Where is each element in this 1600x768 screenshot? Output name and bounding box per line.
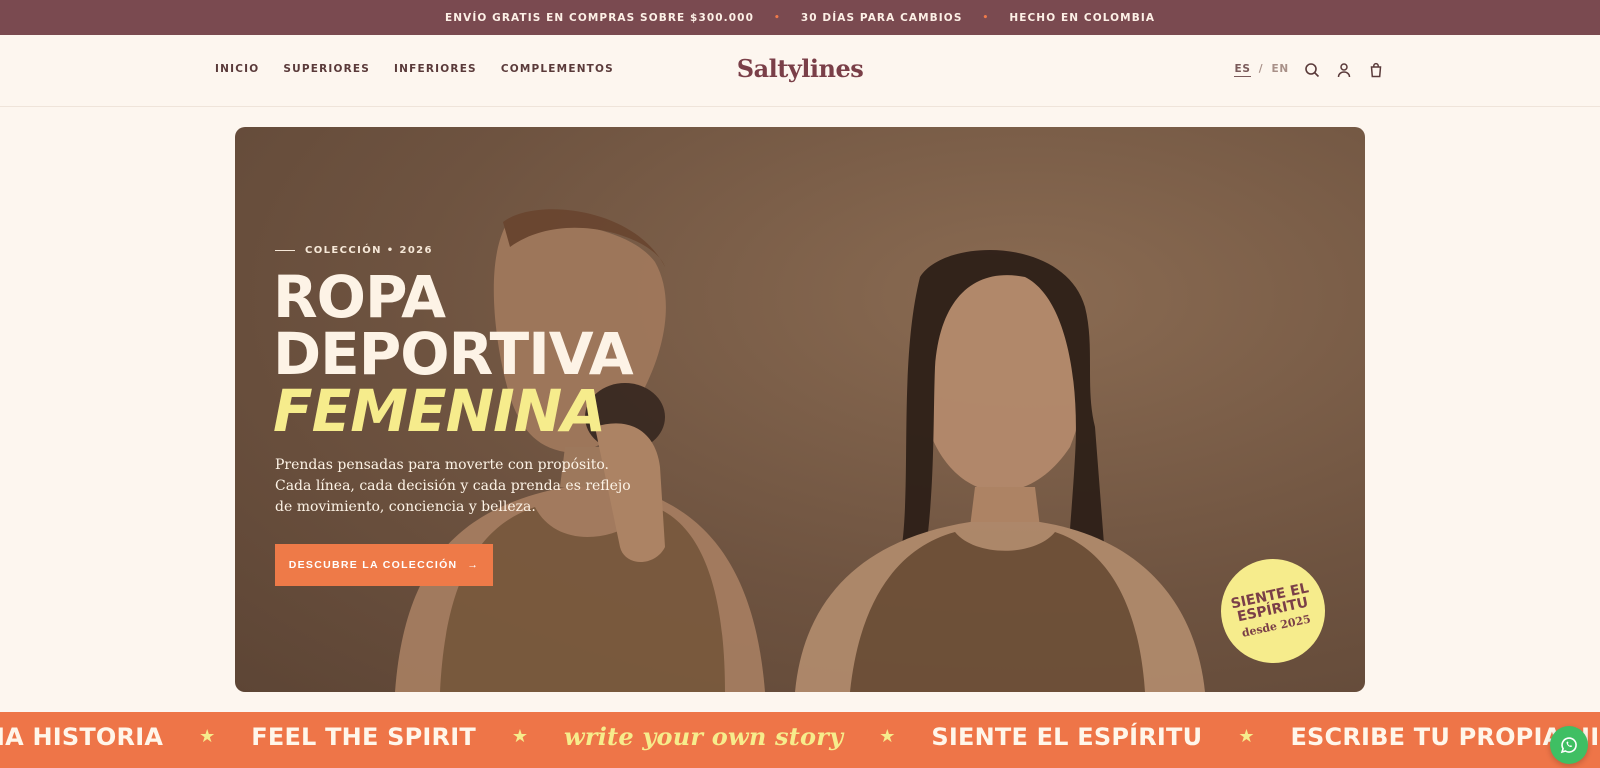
site-logo[interactable]: Saltylines [737,54,864,83]
nav-complementos[interactable]: COMPLEMENTOS [501,63,614,75]
hero-lead: Prendas pensadas para moverte con propós… [275,457,631,515]
account-icon[interactable] [1335,61,1353,79]
marquee-track: IA HISTORIA ★ FEEL THE SPIRIT ★ write yo… [0,722,1600,751]
star-icon: ★ [511,726,529,747]
lang-separator: / [1258,63,1264,75]
arrow-right-icon: → [467,559,480,571]
kicker-line [275,250,295,251]
announcement-made-in: HECHO EN COLOMBIA [1009,11,1156,24]
star-icon: ★ [199,726,216,747]
lang-es[interactable]: ES [1234,63,1251,77]
announcement-returns: 30 DÍAS PARA CAMBIOS [800,11,963,24]
hero-title-accent: FEMENINA [273,377,606,445]
marquee-item: IA HISTORIA [0,722,164,751]
nav-superiores[interactable]: SUPERIORES [283,63,370,75]
cart-icon[interactable] [1367,61,1385,79]
whatsapp-button[interactable] [1550,726,1588,764]
marquee-item: FEEL THE SPIRIT [251,722,476,751]
kicker-text: COLECCIÓN • 2026 [305,245,433,256]
marquee-item: SIENTE EL ESPÍRITU [931,722,1203,751]
hero-kicker: COLECCIÓN • 2026 [275,245,433,256]
hero-title-line1: ROPA [273,263,446,331]
discover-collection-button[interactable]: DESCUBRE LA COLECCIÓN → [275,544,493,586]
hero-banner: COLECCIÓN • 2026 ROPA DEPORTIVA FEMENINA… [235,127,1365,692]
main-nav: INICIO SUPERIORES INFERIORES COMPLEMENTO… [215,63,614,75]
announcement-free-shipping: ENVÍO GRATIS EN COMPRAS SOBRE $300.000 [444,11,754,24]
header-actions: ES / EN [1234,61,1385,79]
marquee-item: write your own story [564,722,844,751]
site-header: INICIO SUPERIORES INFERIORES COMPLEMENTO… [0,35,1600,107]
star-icon: ★ [879,726,896,747]
separator-dot: • [982,12,990,23]
lang-en[interactable]: EN [1271,63,1289,77]
nav-inferiores[interactable]: INFERIORES [394,63,477,75]
search-icon[interactable] [1303,61,1321,79]
whatsapp-icon [1560,737,1577,754]
hero-title: ROPA DEPORTIVA FEMENINA [273,263,634,445]
marquee-banner: IA HISTORIA ★ FEEL THE SPIRIT ★ write yo… [0,712,1600,768]
separator-dot: • [773,12,781,23]
announcement-bar: ENVÍO GRATIS EN COMPRAS SOBRE $300.000 •… [0,0,1600,35]
star-icon: ★ [1238,726,1255,747]
cta-label: DESCUBRE LA COLECCIÓN [288,559,458,571]
nav-inicio[interactable]: INICIO [215,63,259,75]
language-switcher: ES / EN [1234,63,1289,77]
hero-title-line2: DEPORTIVA [273,320,634,388]
